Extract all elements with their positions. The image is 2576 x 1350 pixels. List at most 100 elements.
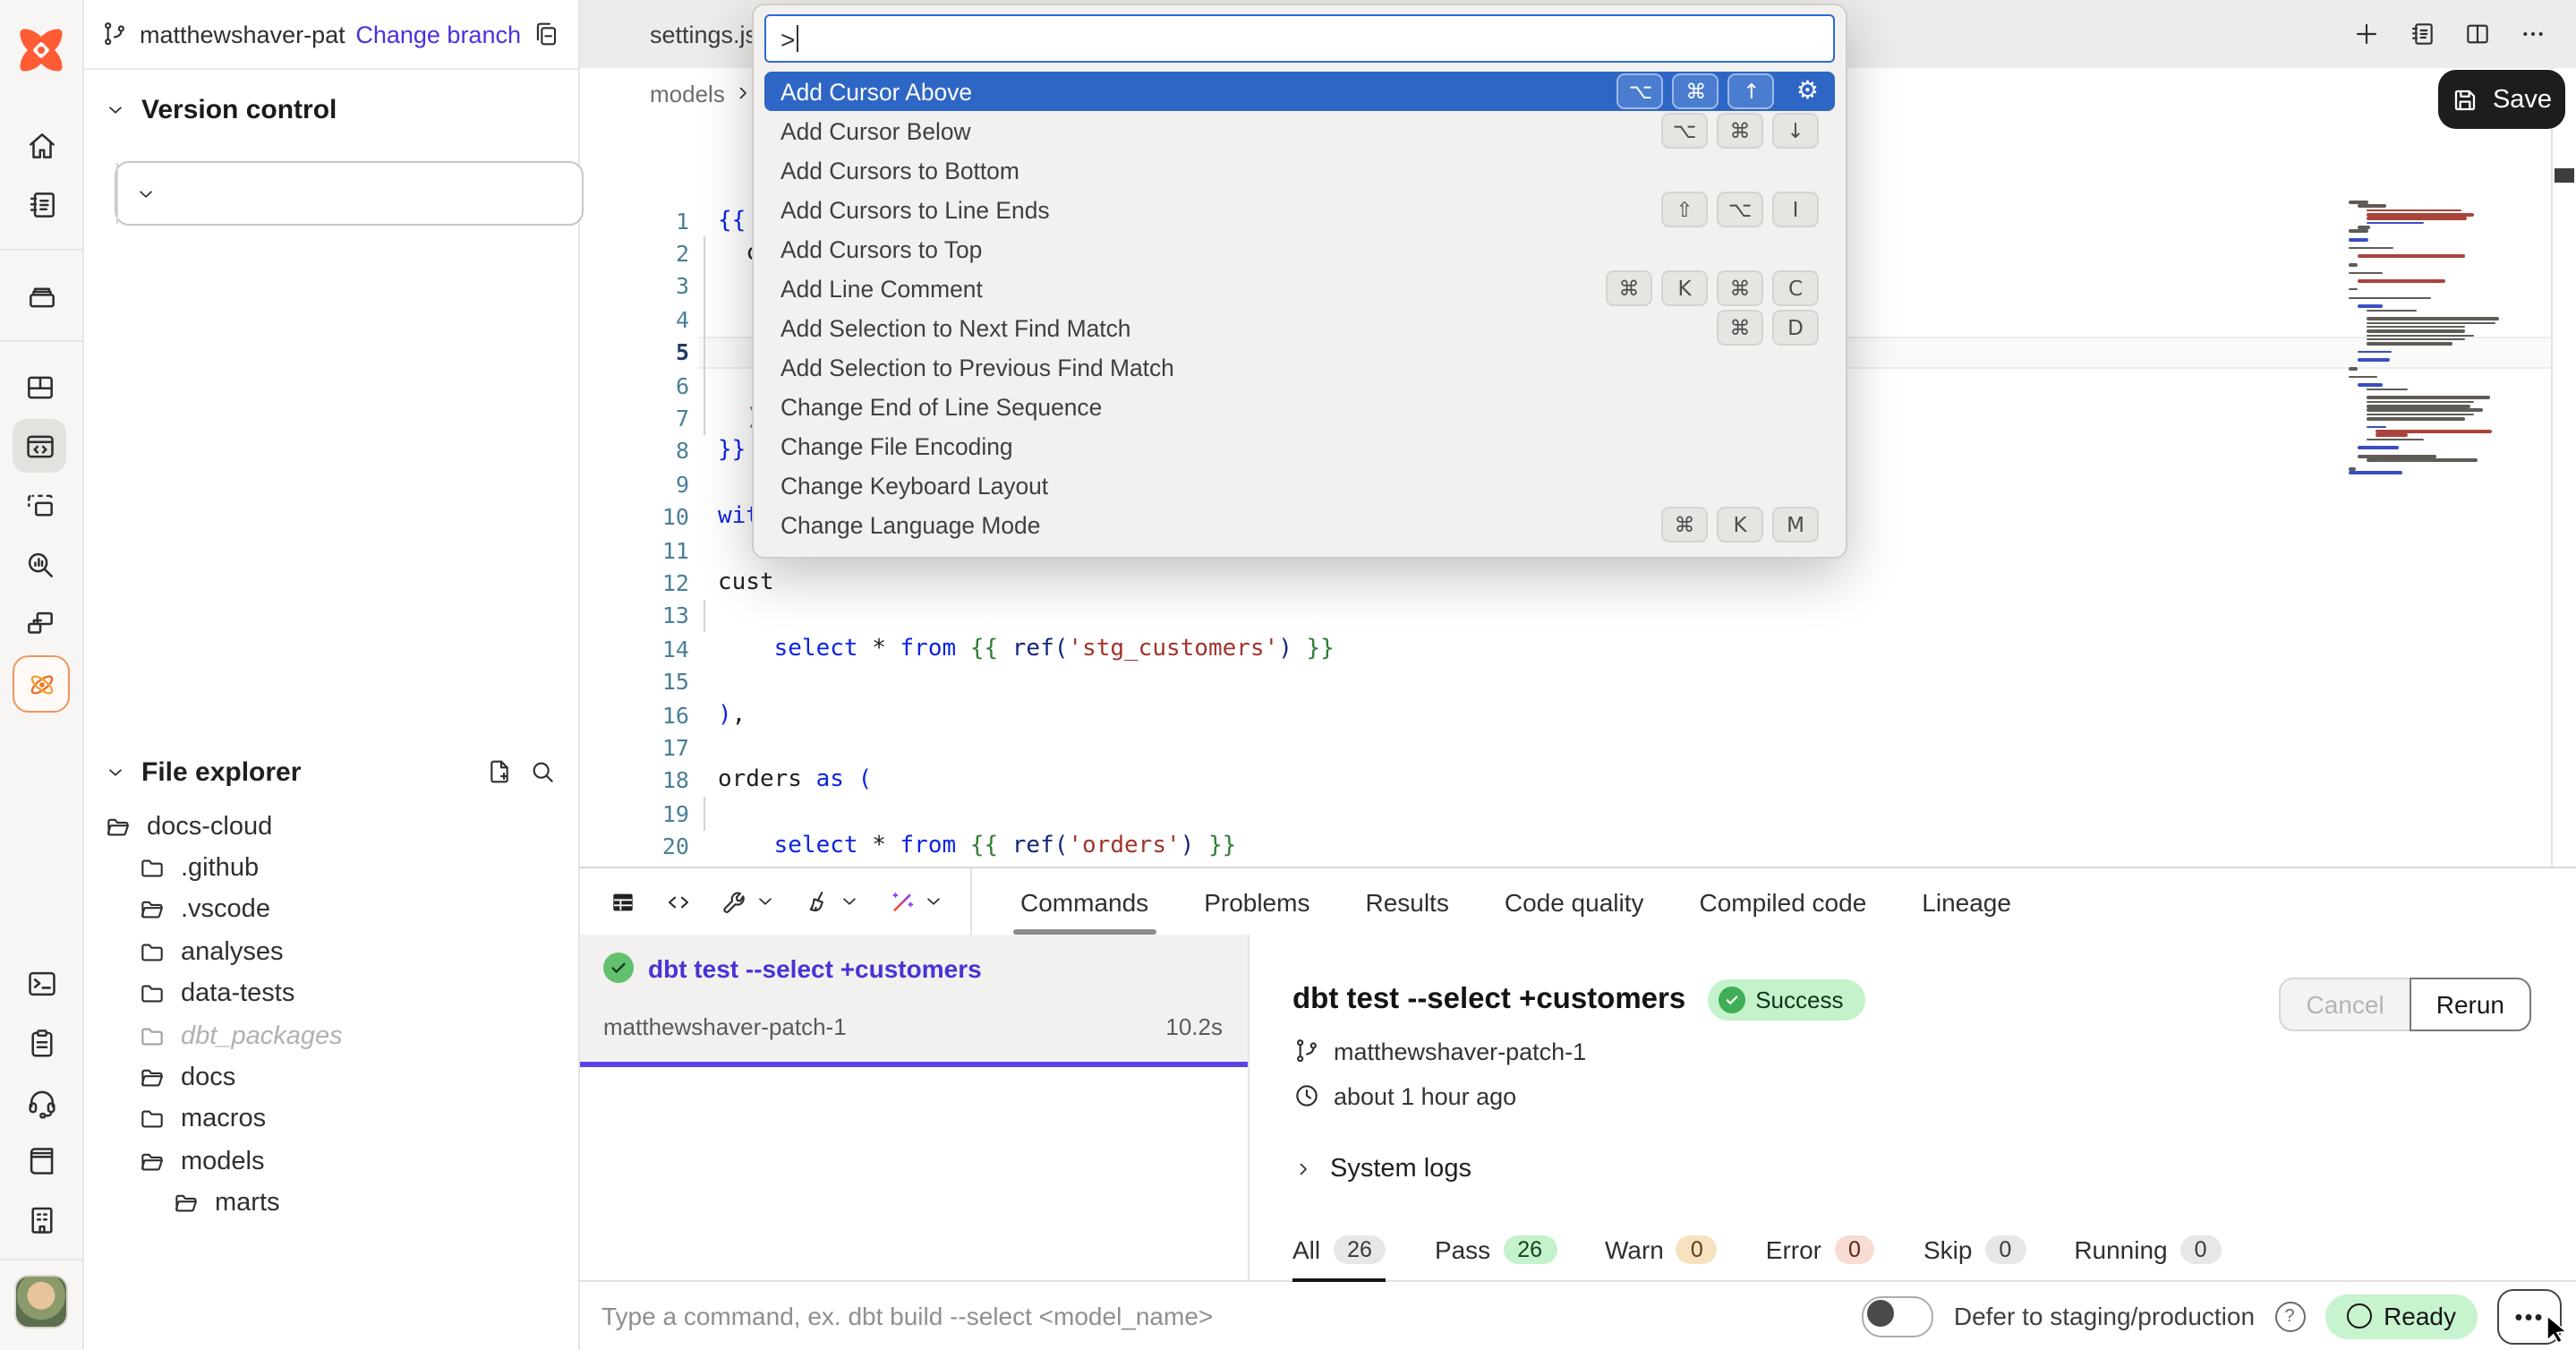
palette-item[interactable]: Add Cursors to Line Ends⇧⌥I bbox=[764, 190, 1835, 229]
code-line-20[interactable]: 20 select * from {{ ref('orders') }} bbox=[578, 830, 2553, 863]
format-menu-button[interactable] bbox=[804, 887, 861, 916]
command-palette-input[interactable]: > bbox=[764, 14, 1835, 63]
scrollbar-thumb[interactable] bbox=[2555, 168, 2574, 183]
results-table-icon[interactable] bbox=[609, 887, 637, 916]
new-tab-icon[interactable] bbox=[2352, 20, 2381, 48]
tree-item-label: dbt_packages bbox=[181, 1021, 343, 1050]
palette-item[interactable]: Change End of Line Sequence bbox=[764, 387, 1835, 426]
rail-clipboard-icon[interactable] bbox=[14, 1015, 68, 1069]
panel-tab-commands[interactable]: Commands bbox=[1020, 868, 1148, 935]
panel-tab-results[interactable]: Results bbox=[1365, 868, 1448, 935]
palette-item[interactable]: Change Keyboard Layout bbox=[764, 466, 1835, 505]
stat-tab-warn[interactable]: Warn0 bbox=[1605, 1235, 1718, 1280]
git-branch-icon bbox=[100, 20, 129, 48]
rail-headset-icon[interactable] bbox=[14, 1074, 68, 1128]
stat-tab-pass[interactable]: Pass26 bbox=[1435, 1235, 1557, 1280]
file-explorer-header[interactable]: File explorer bbox=[82, 748, 578, 795]
gear-icon[interactable]: ⚙ bbox=[1796, 77, 1819, 106]
pr-dropdown-toggle[interactable] bbox=[116, 163, 172, 224]
stat-tab-error[interactable]: Error0 bbox=[1766, 1235, 1875, 1280]
chevron-right-icon bbox=[732, 82, 754, 104]
more-options-icon[interactable] bbox=[2519, 20, 2547, 48]
editor-scrollbar[interactable] bbox=[2551, 68, 2576, 867]
rail-copilot-atom-icon[interactable] bbox=[13, 655, 70, 713]
new-file-icon[interactable] bbox=[485, 757, 514, 786]
rail-terminal-icon[interactable] bbox=[14, 956, 68, 1010]
tree-item-docs-cloud[interactable]: docs-cloud bbox=[82, 806, 578, 848]
panel-tab-compiled-code[interactable]: Compiled code bbox=[1700, 868, 1867, 935]
palette-item[interactable]: Add Cursors to Bottom bbox=[764, 150, 1835, 190]
copy-icon[interactable] bbox=[532, 20, 560, 48]
split-editor-icon[interactable] bbox=[2463, 20, 2492, 48]
help-icon[interactable]: ? bbox=[2274, 1301, 2305, 1331]
run-list-item[interactable]: dbt test --select +customers matthewshav… bbox=[578, 935, 1248, 1067]
change-branch-link[interactable]: Change branch bbox=[355, 21, 521, 47]
cancel-button[interactable]: Cancel bbox=[2280, 978, 2411, 1031]
search-icon[interactable] bbox=[528, 757, 557, 786]
rail-code-window-icon[interactable] bbox=[13, 419, 66, 473]
tree-item-models[interactable]: models bbox=[82, 1141, 578, 1183]
palette-item[interactable]: Add Cursor Above⌥⌘↑⚙ bbox=[764, 72, 1835, 111]
rail-building-icon[interactable] bbox=[14, 1192, 68, 1246]
code-text: orders as ( bbox=[718, 767, 872, 794]
rail-selection-icon[interactable] bbox=[13, 478, 66, 532]
palette-item[interactable]: Add Selection to Next Find Match⌘D bbox=[764, 308, 1835, 347]
folder-open-icon bbox=[138, 896, 166, 925]
ready-status[interactable]: Ready bbox=[2324, 1294, 2478, 1338]
code-line-12[interactable]: 12cust bbox=[578, 567, 2553, 600]
palette-item[interactable]: Add Line Comment⌘K⌘C bbox=[764, 269, 1835, 308]
tree-item-dbt_packages[interactable]: dbt_packages bbox=[82, 1015, 578, 1057]
create-pr-button[interactable]: Create a pull request on Gi... bbox=[115, 161, 584, 226]
code-line-19[interactable]: 19 bbox=[578, 797, 2553, 830]
palette-item-label: Change File Encoding bbox=[780, 432, 1013, 459]
code-line-16[interactable]: 16), bbox=[578, 698, 2553, 731]
stat-tab-all[interactable]: All26 bbox=[1292, 1235, 1386, 1280]
rail-windows-icon[interactable] bbox=[13, 596, 66, 650]
stat-tab-running[interactable]: Running0 bbox=[2074, 1235, 2221, 1280]
tree-item-label: docs bbox=[181, 1064, 235, 1092]
palette-item[interactable]: Change File Encoding bbox=[764, 426, 1835, 466]
version-control-header[interactable]: Version control bbox=[82, 70, 578, 125]
breadcrumb-root[interactable]: models bbox=[650, 80, 725, 107]
panel-tab-lineage[interactable]: Lineage bbox=[1922, 868, 2011, 935]
rail-home-icon[interactable] bbox=[14, 118, 68, 172]
rerun-button[interactable]: Rerun bbox=[2410, 978, 2531, 1031]
build-menu-button[interactable] bbox=[720, 887, 777, 916]
rail-notebook-icon[interactable] bbox=[14, 177, 68, 231]
system-logs-toggle[interactable]: System logs bbox=[1292, 1155, 2576, 1183]
code-line-15[interactable]: 15 bbox=[578, 665, 2553, 698]
tree-item-marts[interactable]: marts bbox=[82, 1183, 578, 1225]
tree-item-.github[interactable]: .github bbox=[82, 848, 578, 890]
command-input[interactable]: Type a command, ex. dbt build --select <… bbox=[578, 1302, 1213, 1330]
user-avatar[interactable] bbox=[14, 1275, 68, 1329]
copilot-menu-button[interactable] bbox=[888, 887, 945, 916]
code-compile-icon[interactable] bbox=[664, 887, 693, 916]
notebook-panel-icon[interactable] bbox=[2408, 20, 2436, 48]
palette-item[interactable]: Add Selection to Previous Find Match bbox=[764, 347, 1835, 387]
tree-item-data-tests[interactable]: data-tests bbox=[82, 973, 578, 1015]
palette-item[interactable]: Change Language Mode⌘KM bbox=[764, 505, 1835, 544]
code-line-13[interactable]: 13 bbox=[578, 599, 2553, 632]
minimap[interactable] bbox=[2349, 201, 2506, 487]
defer-toggle[interactable] bbox=[1863, 1295, 1934, 1337]
rail-grid-icon[interactable] bbox=[13, 360, 66, 414]
stat-label: Error bbox=[1766, 1235, 1821, 1264]
rail-search-chart-icon[interactable] bbox=[13, 537, 66, 591]
palette-item[interactable]: Add Cursor Below⌥⌘↓ bbox=[764, 111, 1835, 150]
code-line-14[interactable]: 14 select * from {{ ref('stg_customers')… bbox=[578, 632, 2553, 665]
save-button[interactable]: Save bbox=[2438, 70, 2565, 129]
dbt-logo-icon[interactable] bbox=[14, 23, 68, 77]
code-line-17[interactable]: 17 bbox=[578, 731, 2553, 765]
panel-tab-code-quality[interactable]: Code quality bbox=[1505, 868, 1644, 935]
stat-tab-skip[interactable]: Skip0 bbox=[1923, 1235, 2026, 1280]
stat-count-badge: 26 bbox=[1333, 1235, 1386, 1264]
rail-book-icon[interactable] bbox=[14, 1133, 68, 1187]
rail-archive-icon[interactable] bbox=[14, 269, 68, 322]
code-line-18[interactable]: 18orders as ( bbox=[578, 764, 2553, 797]
palette-item[interactable]: Add Cursors to Top bbox=[764, 229, 1835, 269]
tree-item-docs[interactable]: docs bbox=[82, 1057, 578, 1099]
panel-tab-problems[interactable]: Problems bbox=[1204, 868, 1309, 935]
tree-item-analyses[interactable]: analyses bbox=[82, 931, 578, 973]
tree-item-.vscode[interactable]: .vscode bbox=[82, 890, 578, 932]
tree-item-macros[interactable]: macros bbox=[82, 1098, 578, 1141]
